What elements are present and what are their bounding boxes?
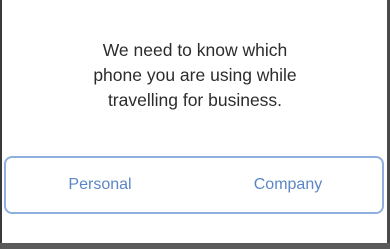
message-line: phone you are using while — [93, 65, 297, 85]
message-line: travelling for business. — [107, 90, 283, 110]
phone-type-dialog: We need to know which phone you are usin… — [0, 0, 390, 249]
message-line: We need to know which — [102, 40, 288, 60]
screen-edge-bottom — [0, 243, 390, 249]
dialog-message: We need to know which phone you are usin… — [0, 38, 390, 113]
company-button[interactable]: Company — [194, 158, 382, 212]
personal-button[interactable]: Personal — [6, 158, 194, 212]
phone-choice-group: Personal Company — [4, 156, 384, 214]
